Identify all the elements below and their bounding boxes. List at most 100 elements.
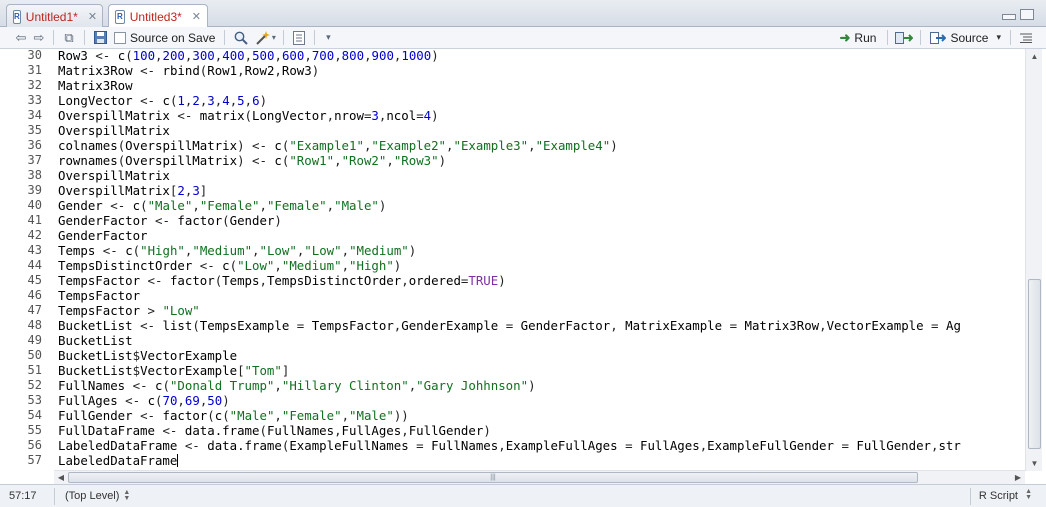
code-line[interactable]: TempsFactor <box>58 288 140 303</box>
code-line[interactable]: colnames(OverspillMatrix) <- c("Example1… <box>58 138 618 153</box>
line-number: 40 <box>27 198 42 212</box>
code-line[interactable]: LongVector <- c(1,2,3,4,5,6) <box>58 93 267 108</box>
code-line[interactable]: Gender <- c("Male","Female","Female","Ma… <box>58 198 386 213</box>
line-number: 51 <box>27 363 42 377</box>
toolbar-separator <box>53 30 54 45</box>
source-on-save-checkbox[interactable]: Source on Save <box>110 29 219 47</box>
editor-toolbar: ⇦ ⇨ ⧉ Source on Save ▾ ▾ ➜ Run Source ▾ <box>0 27 1046 49</box>
code-line[interactable]: TempsFactor <- factor(Temps,TempsDistinc… <box>58 273 506 288</box>
scroll-down-icon[interactable]: ▼ <box>1026 456 1043 471</box>
chevron-down-icon[interactable]: ▾ <box>996 32 1001 43</box>
code-line[interactable]: BucketList <box>58 333 133 348</box>
code-line[interactable]: FullGender <- factor(c("Male","Female","… <box>58 408 409 423</box>
text-cursor <box>177 454 179 467</box>
code-line[interactable]: GenderFactor <- factor(Gender) <box>58 213 282 228</box>
code-line[interactable]: TempsDistinctOrder <- c("Low","Medium","… <box>58 258 401 273</box>
code-line[interactable]: Temps <- c("High","Medium","Low","Low","… <box>58 243 416 258</box>
scroll-up-icon[interactable]: ▲ <box>1026 49 1043 64</box>
code-line[interactable]: BucketList$VectorExample <box>58 348 237 363</box>
code-line[interactable]: rownames(OverspillMatrix) <- c("Row1","R… <box>58 153 446 168</box>
toolbar-separator <box>1010 30 1011 45</box>
vertical-scrollbar[interactable]: ▲ ▼ <box>1025 49 1042 471</box>
toolbar-separator <box>314 30 316 45</box>
toolbar-separator <box>283 30 285 45</box>
minimize-icon[interactable] <box>1002 14 1016 20</box>
line-number: 36 <box>27 138 42 152</box>
code-line[interactable]: LabeledDataFrame <- data.frame(ExampleFu… <box>58 438 961 453</box>
code-line[interactable]: OverspillMatrix[2,3] <box>58 183 207 198</box>
maximize-icon[interactable] <box>1020 9 1034 20</box>
code-line[interactable]: OverspillMatrix <box>58 168 170 183</box>
line-number: 53 <box>27 393 42 407</box>
forward-icon[interactable]: ⇨ <box>30 29 48 47</box>
code-area[interactable]: Row3 <- c(100,200,300,400,500,600,700,80… <box>58 49 1026 471</box>
tab-untitled3[interactable]: R Untitled3* ✕ <box>108 4 208 28</box>
source-button[interactable]: Source ▾ <box>926 29 1005 47</box>
run-label: Run <box>854 30 877 45</box>
line-number-gutter: 30 31 32 33 34 35 36 37 38 39 40 41 42 43 44 45 46 47 48 49… <box>0 49 51 471</box>
r-document-icon: R <box>13 9 21 24</box>
run-button[interactable]: ➜ Run <box>834 29 883 47</box>
back-icon[interactable]: ⇦ <box>12 29 30 47</box>
toolbar-separator <box>224 30 226 45</box>
toolbar-separator <box>920 30 922 45</box>
line-number: 31 <box>27 63 42 77</box>
line-number: 32 <box>27 78 42 92</box>
code-line[interactable]: BucketList <- list(TempsExample = TempsF… <box>58 318 961 333</box>
line-number: 33 <box>27 93 42 107</box>
code-line[interactable]: OverspillMatrix <- matrix(LongVector,nro… <box>58 108 439 123</box>
code-line[interactable]: LabeledDataFrame <box>58 453 179 468</box>
code-line[interactable]: FullAges <- c(70,69,50) <box>58 393 230 408</box>
up-down-icon: ▲ ▼ <box>123 489 131 502</box>
scope-selector[interactable]: (Top Level) ▲ ▼ <box>55 488 130 505</box>
editor-tabbar: R Untitled1* ✕ R Untitled3* ✕ <box>0 0 1046 28</box>
line-number: 55 <box>27 423 42 437</box>
up-down-icon: ▲ ▼ <box>1025 488 1032 501</box>
code-line[interactable]: BucketList$VectorExample["Tom"] <box>58 363 289 378</box>
find-icon[interactable] <box>230 29 252 47</box>
r-document-icon: R <box>115 9 125 24</box>
scroll-left-icon[interactable]: ◀ <box>54 471 68 485</box>
compile-notebook-icon[interactable] <box>289 29 309 47</box>
toolbar-separator <box>887 30 889 45</box>
outline-icon[interactable] <box>1016 29 1036 47</box>
tab-untitled1[interactable]: R Untitled1* ✕ <box>6 4 103 28</box>
rerun-icon[interactable] <box>893 29 915 47</box>
line-number: 48 <box>27 318 42 332</box>
file-type-label: R Script <box>978 490 1018 502</box>
code-line[interactable]: Matrix3Row <- rbind(Row1,Row2,Row3) <box>58 63 319 78</box>
code-line[interactable]: FullDataFrame <- data.frame(FullNames,Fu… <box>58 423 491 438</box>
code-line[interactable]: Matrix3Row <box>58 78 133 93</box>
code-line[interactable]: TempsFactor > "Low" <box>58 303 200 318</box>
tab-label: Untitled1* <box>25 9 78 24</box>
line-number: 49 <box>27 333 42 347</box>
close-icon[interactable]: ✕ <box>88 10 97 23</box>
save-icon[interactable] <box>90 29 110 47</box>
line-number: 50 <box>27 348 42 362</box>
code-tools-wand-icon[interactable]: ▾ <box>252 29 278 47</box>
line-number: 43 <box>27 243 42 257</box>
code-line[interactable]: Row3 <- c(100,200,300,400,500,600,700,80… <box>58 49 439 63</box>
toolbar-separator <box>84 30 85 45</box>
source-icon <box>930 31 947 44</box>
file-type-selector[interactable]: R Script ▲ ▼ <box>969 488 1032 505</box>
run-icon: ➜ <box>839 29 851 45</box>
close-icon[interactable]: ✕ <box>192 10 201 23</box>
line-number: 35 <box>27 123 42 137</box>
horizontal-scrollbar[interactable]: ◀ ||| ▶ <box>54 470 1025 484</box>
scope-label: (Top Level) <box>65 489 120 502</box>
code-line[interactable]: OverspillMatrix <box>58 123 170 138</box>
checkbox[interactable] <box>114 31 126 44</box>
code-line[interactable]: GenderFactor <box>58 228 148 243</box>
line-number: 39 <box>27 183 42 197</box>
show-in-window-icon[interactable]: ⧉ <box>59 29 79 47</box>
scroll-thumb[interactable]: ||| <box>68 472 918 483</box>
line-number: 54 <box>27 408 42 422</box>
scroll-right-icon[interactable]: ▶ <box>1011 471 1025 485</box>
code-line[interactable]: FullNames <- c("Donald Trump","Hillary C… <box>58 378 536 393</box>
scroll-thumb[interactable] <box>1028 279 1041 449</box>
line-number: 47 <box>27 303 42 317</box>
code-editor[interactable]: 30 31 32 33 34 35 36 37 38 39 40 41 42 43 44 45 46 47 48 49… <box>0 49 1046 471</box>
chevron-down-icon[interactable]: ▾ <box>320 29 336 47</box>
line-number: 56 <box>27 438 42 452</box>
